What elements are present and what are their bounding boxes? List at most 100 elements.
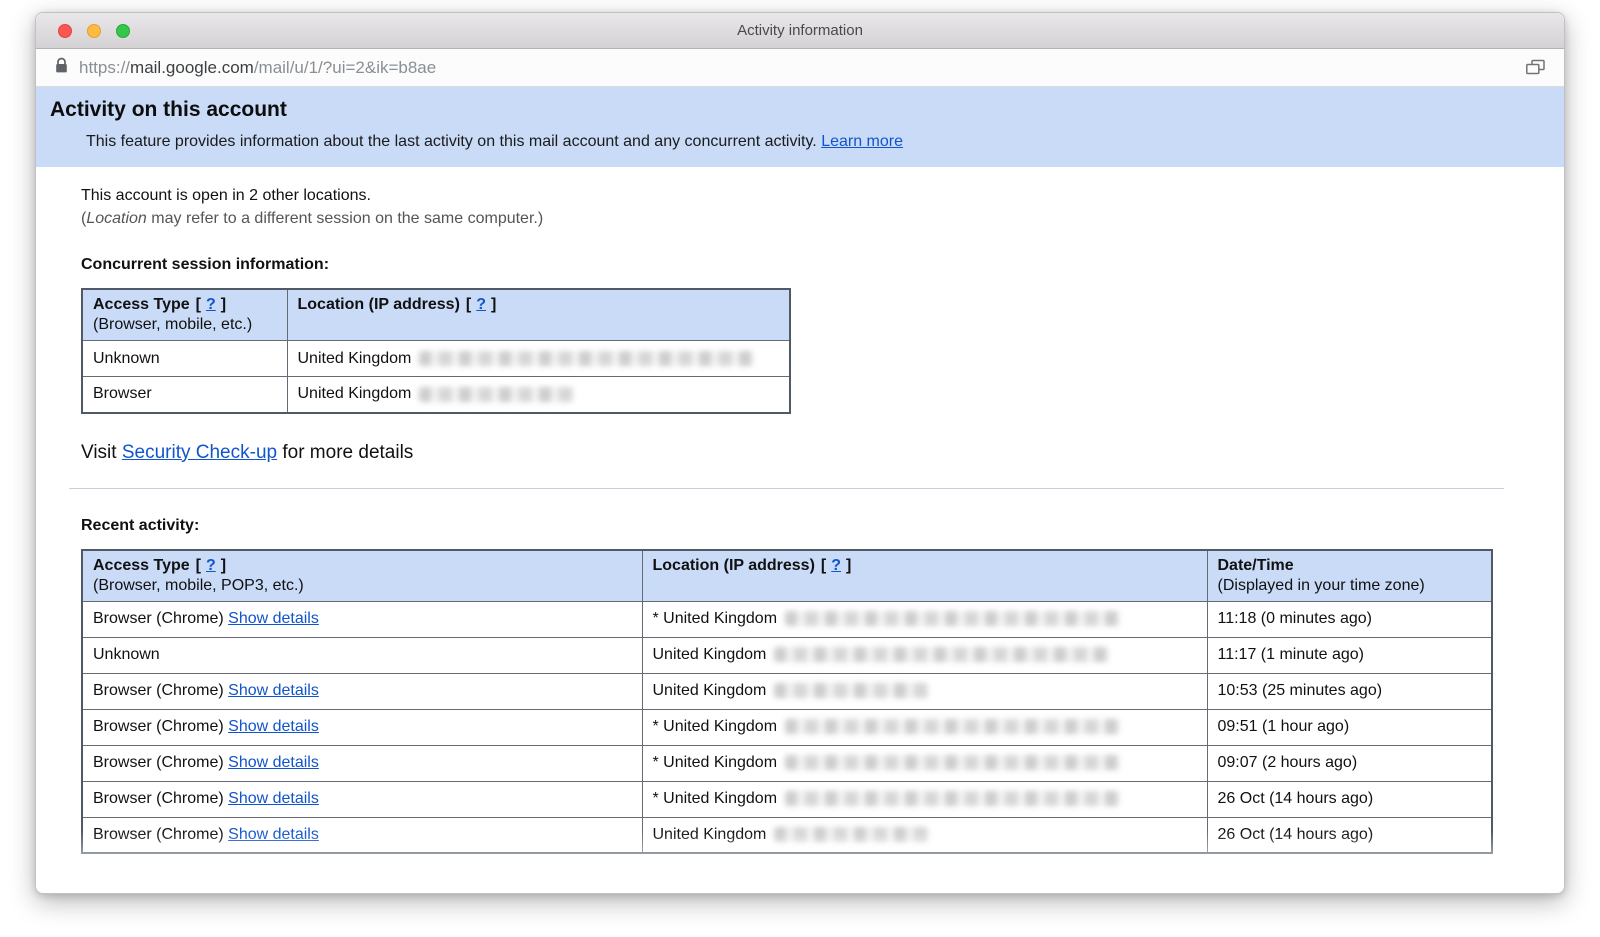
access-text: Browser (Chrome) <box>93 718 224 735</box>
access-type-cell: Unknown <box>82 341 287 377</box>
datetime-title: Date/Time <box>1218 557 1482 575</box>
access-text: Browser (Chrome) <box>93 682 224 699</box>
location-note: (Location may refer to a different sessi… <box>81 210 1524 228</box>
location-cell: United Kingdom <box>287 341 790 377</box>
access-type-header: Access Type[?] (Browser, mobile, etc.) <box>82 289 287 341</box>
lock-icon[interactable] <box>54 57 69 79</box>
url-address[interactable]: https://mail.google.com/mail/u/1/?ui=2&i… <box>79 58 1515 78</box>
show-details-link[interactable]: Show details <box>228 682 319 699</box>
location-text: * United Kingdom <box>653 718 778 735</box>
datetime-cell: 10:53 (25 minutes ago) <box>1207 673 1492 709</box>
zoom-button[interactable] <box>116 24 130 38</box>
desktop: Activity information https://mail.google… <box>0 0 1600 937</box>
location-help-link[interactable]: ? <box>476 296 486 313</box>
section-divider <box>69 488 1504 489</box>
access-text: Browser (Chrome) <box>93 790 224 807</box>
bracket-open: [ <box>196 296 201 313</box>
redacted-ip <box>419 387 574 402</box>
access-type-cell: Browser (Chrome) Show details <box>82 817 642 853</box>
url-bar[interactable]: https://mail.google.com/mail/u/1/?ui=2&i… <box>36 49 1564 87</box>
activity-banner: Activity on this account This feature pr… <box>36 87 1564 167</box>
table-row: Browser (Chrome) Show details United Kin… <box>82 817 1492 853</box>
location-cell: United Kingdom <box>642 817 1207 853</box>
table-header-row: Access Type[?] (Browser, mobile, etc.) L… <box>82 289 790 341</box>
datetime-cell: 11:18 (0 minutes ago) <box>1207 601 1492 637</box>
redacted-ip <box>785 755 1120 770</box>
datetime-header: Date/Time (Displayed in your time zone) <box>1207 550 1492 602</box>
table-row: Browser (Chrome) Show details United Kin… <box>82 673 1492 709</box>
access-type-cell: Browser (Chrome) Show details <box>82 745 642 781</box>
url-host: mail.google.com <box>130 58 254 77</box>
location-cell: United Kingdom <box>287 377 790 413</box>
location-cell: * United Kingdom <box>642 709 1207 745</box>
datetime-cell: 26 Oct (14 hours ago) <box>1207 817 1492 853</box>
security-checkup-line: Visit Security Check-up for more details <box>81 442 1524 464</box>
banner-description: This feature provides information about … <box>86 133 1550 151</box>
visit-pre: Visit <box>81 442 122 463</box>
location-text: United Kingdom <box>653 826 767 843</box>
location-title: Location (IP address) <box>298 296 460 313</box>
banner-description-text: This feature provides information about … <box>86 133 821 150</box>
show-details-link[interactable]: Show details <box>228 718 319 735</box>
table-row: Browser (Chrome) Show details * United K… <box>82 745 1492 781</box>
access-text: Browser (Chrome) <box>93 754 224 771</box>
location-help-link[interactable]: ? <box>831 557 841 574</box>
learn-more-link[interactable]: Learn more <box>821 133 903 150</box>
datetime-cell: 26 Oct (14 hours ago) <box>1207 781 1492 817</box>
location-cell: * United Kingdom <box>642 781 1207 817</box>
show-details-link[interactable]: Show details <box>228 754 319 771</box>
bracket-close: ] <box>846 557 851 574</box>
location-text: United Kingdom <box>653 682 767 699</box>
open-locations-line: This account is open in 2 other location… <box>81 187 1524 205</box>
table-row: Browser United Kingdom <box>82 377 790 413</box>
location-text: * United Kingdom <box>653 610 778 627</box>
datetime-cell: 11:17 (1 minute ago) <box>1207 637 1492 673</box>
location-text: * United Kingdom <box>653 790 778 807</box>
show-details-link[interactable]: Show details <box>228 790 319 807</box>
access-text: Browser (Chrome) <box>93 610 224 627</box>
window-titlebar[interactable]: Activity information <box>36 13 1564 49</box>
access-type-header: Access Type[?] (Browser, mobile, POP3, e… <box>82 550 642 602</box>
bracket-close: ] <box>221 557 226 574</box>
redacted-ip <box>785 611 1120 626</box>
access-type-cell: Browser (Chrome) Show details <box>82 673 642 709</box>
table-row: Browser (Chrome) Show details * United K… <box>82 709 1492 745</box>
location-text: United Kingdom <box>653 646 767 663</box>
redacted-ip <box>785 719 1120 734</box>
table-row: Unknown United Kingdom 11:17 (1 minute a… <box>82 637 1492 673</box>
minimize-button[interactable] <box>87 24 101 38</box>
traffic-lights <box>58 24 130 38</box>
security-checkup-link[interactable]: Security Check-up <box>122 442 277 463</box>
bracket-close: ] <box>221 296 226 313</box>
close-button[interactable] <box>58 24 72 38</box>
page-title: Activity on this account <box>50 98 1550 122</box>
location-text: * United Kingdom <box>653 754 778 771</box>
location-text: United Kingdom <box>298 350 412 367</box>
redacted-ip <box>419 351 754 366</box>
redacted-ip <box>785 791 1120 806</box>
access-text: Browser (Chrome) <box>93 826 224 843</box>
show-details-link[interactable]: Show details <box>228 826 319 843</box>
access-type-cell: Browser <box>82 377 287 413</box>
table-row: Browser (Chrome) Show details * United K… <box>82 781 1492 817</box>
concurrent-heading: Concurrent session information: <box>81 256 1524 274</box>
bracket-open: [ <box>466 296 471 313</box>
access-type-help-link[interactable]: ? <box>206 296 216 313</box>
location-title: Location (IP address) <box>653 557 815 574</box>
access-type-help-link[interactable]: ? <box>206 557 216 574</box>
access-type-title: Access Type <box>93 296 190 313</box>
location-cell: United Kingdom <box>642 637 1207 673</box>
show-details-link[interactable]: Show details <box>228 610 319 627</box>
location-cell: * United Kingdom <box>642 601 1207 637</box>
datetime-cell: 09:51 (1 hour ago) <box>1207 709 1492 745</box>
location-header: Location (IP address) [?] <box>642 550 1207 602</box>
table-row: Unknown United Kingdom <box>82 341 790 377</box>
bracket-open: [ <box>821 557 826 574</box>
browser-window: Activity information https://mail.google… <box>35 12 1565 894</box>
windows-icon[interactable] <box>1525 59 1546 76</box>
visit-post: for more details <box>277 442 413 463</box>
redacted-ip <box>774 827 929 842</box>
window-title: Activity information <box>36 13 1564 49</box>
main-content: This account is open in 2 other location… <box>36 167 1564 854</box>
redacted-ip <box>774 647 1109 662</box>
